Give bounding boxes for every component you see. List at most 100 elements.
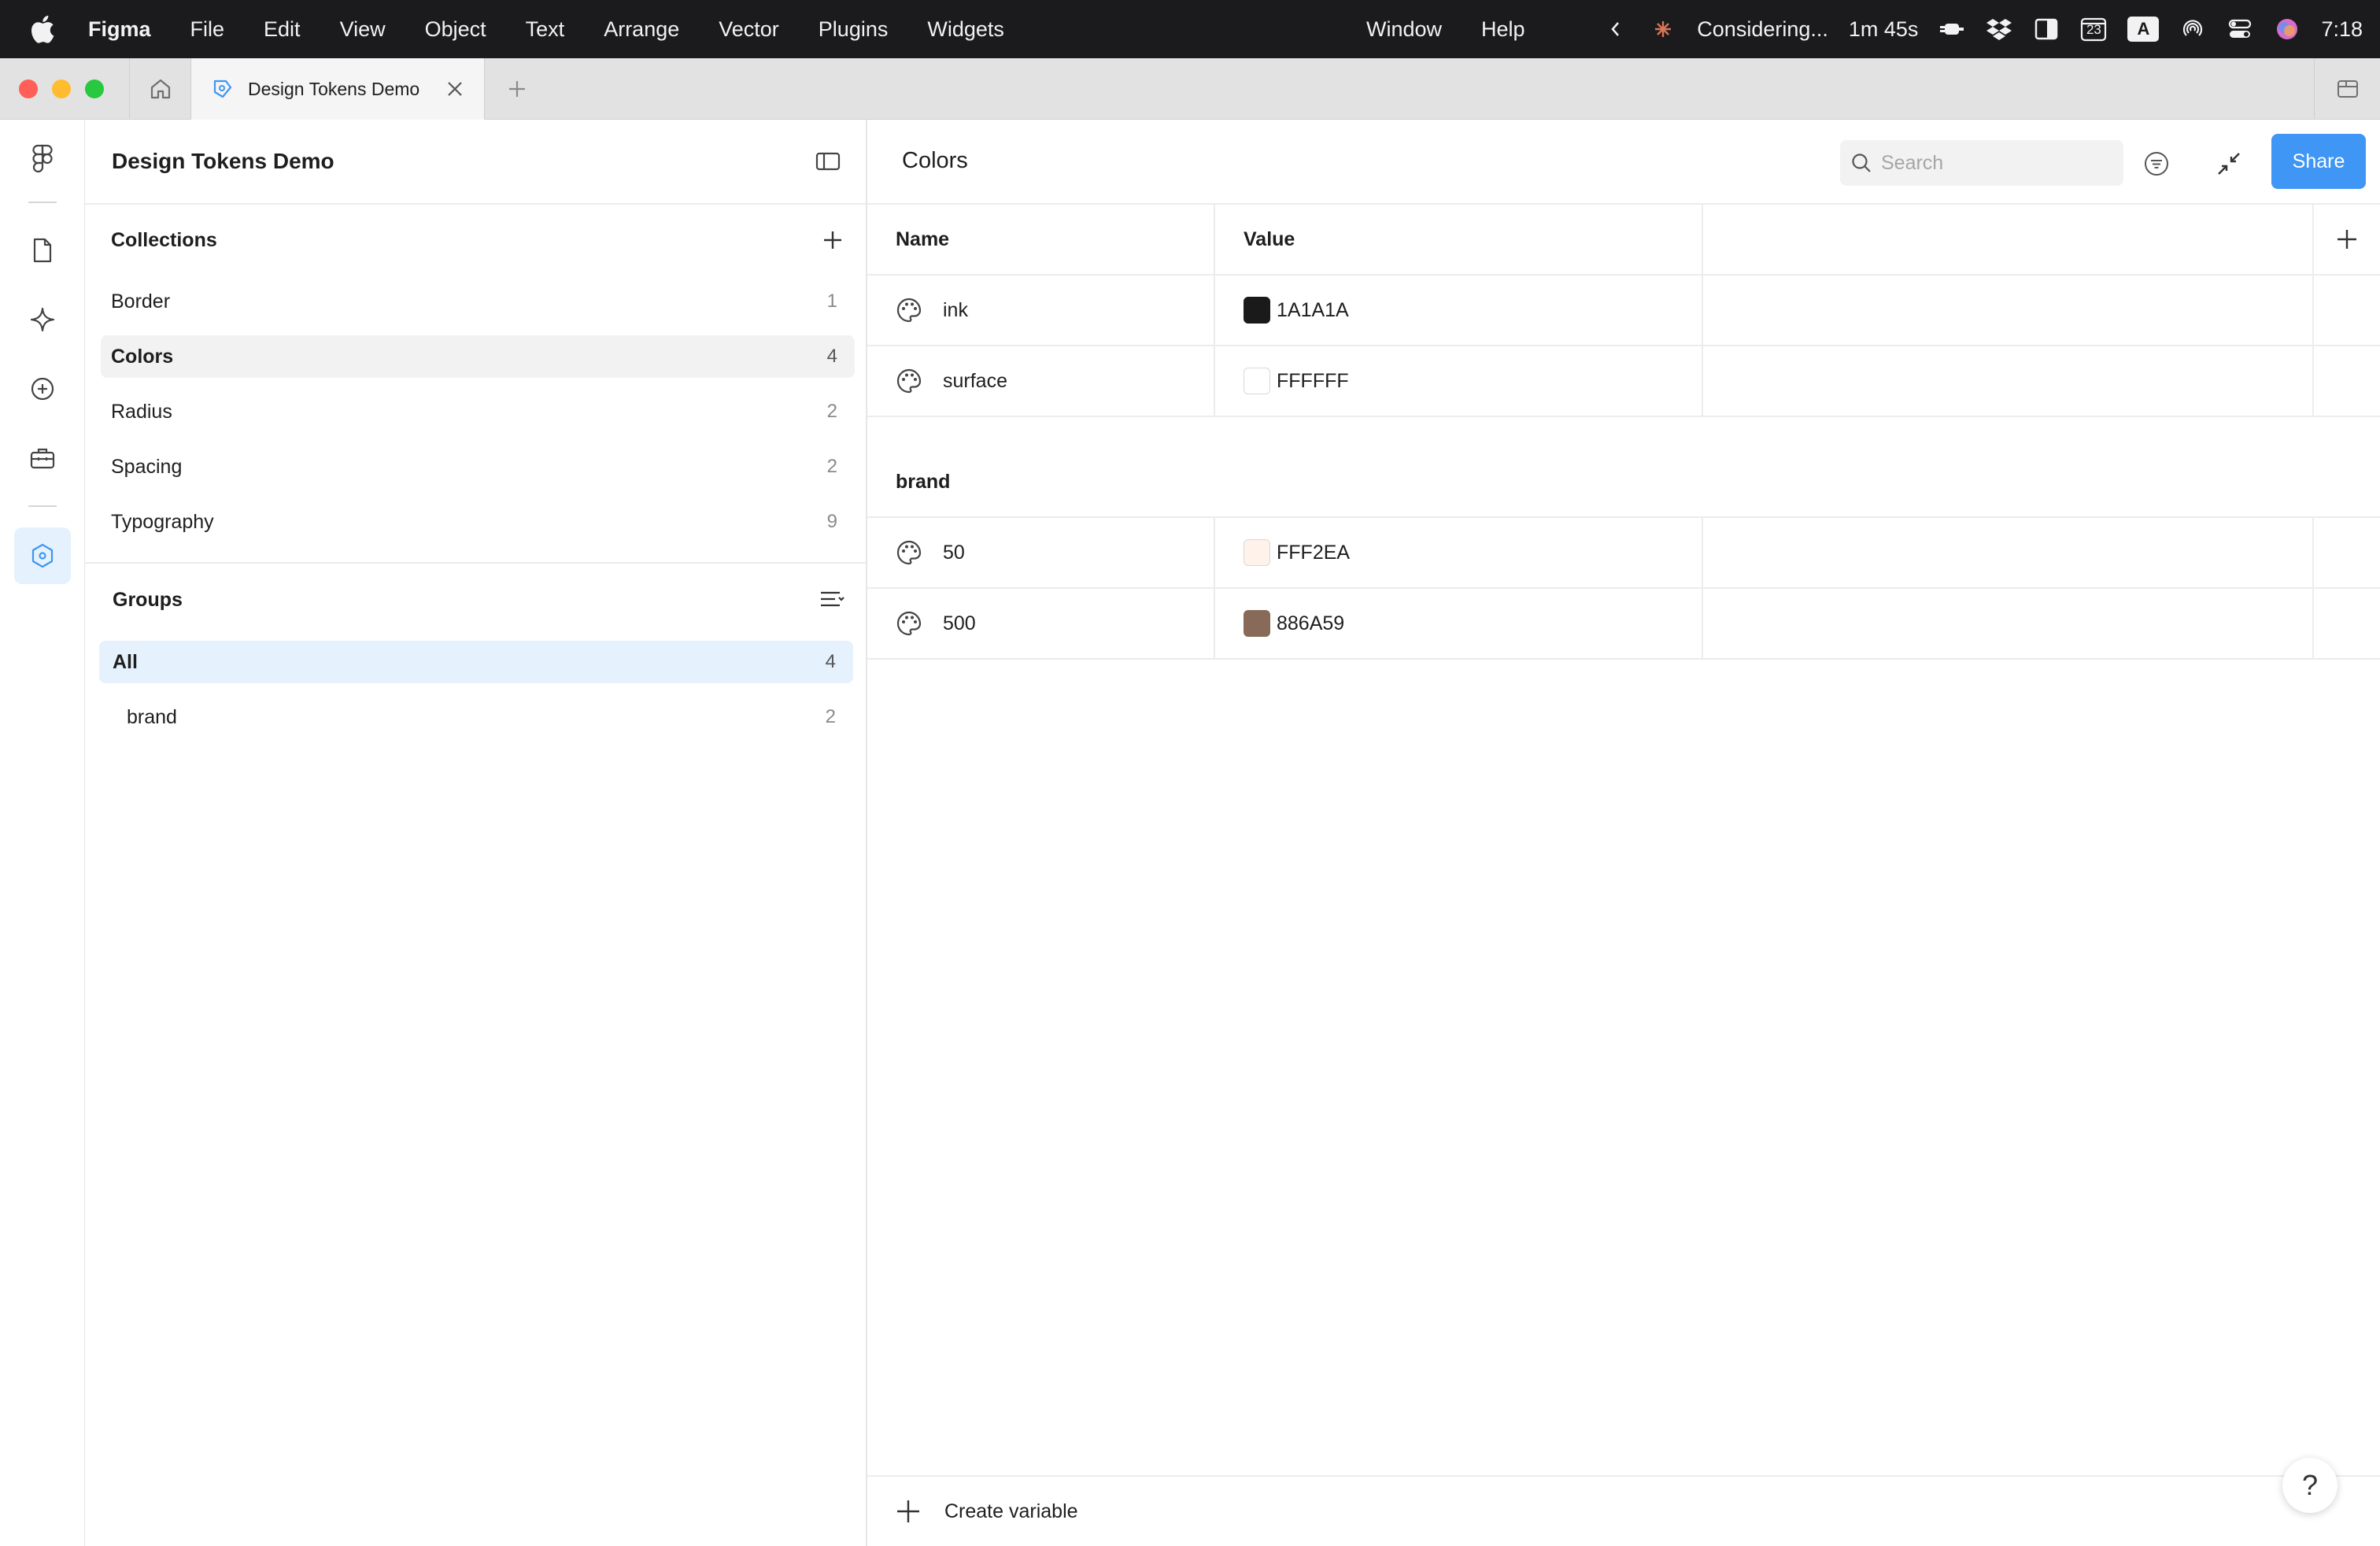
table-header-bar: Colors Share: [867, 120, 2380, 205]
table-row[interactable]: 50 FFF2EA: [867, 518, 2380, 589]
variable-value-cell[interactable]: FFF2EA: [1215, 518, 1703, 587]
add-collection-button[interactable]: [809, 216, 856, 264]
variable-value-cell[interactable]: 1A1A1A: [1215, 276, 1703, 345]
siri-icon[interactable]: [2274, 16, 2301, 43]
share-button[interactable]: Share: [2271, 134, 2366, 189]
plus-icon: [509, 81, 525, 97]
variable-name-cell[interactable]: 50: [867, 518, 1215, 587]
create-variable-button[interactable]: Create variable: [867, 1475, 2380, 1546]
variable-value: 886A59: [1277, 612, 1345, 634]
variable-name: surface: [943, 369, 1007, 392]
column-header-value[interactable]: Value: [1215, 205, 1703, 274]
plus-icon: [824, 231, 841, 249]
collection-count: 1: [826, 290, 837, 312]
calendar-icon[interactable]: 23: [2080, 16, 2107, 43]
sidebar-toggle-icon[interactable]: [804, 138, 852, 185]
group-item-brand[interactable]: brand 2: [99, 696, 853, 738]
new-tab-button[interactable]: [499, 71, 535, 107]
menu-object[interactable]: Object: [425, 17, 486, 42]
collection-item-radius[interactable]: Radius 2: [101, 390, 855, 433]
collection-item-spacing[interactable]: Spacing 2: [101, 446, 855, 488]
left-rail: [0, 120, 85, 1546]
plus-icon: [2338, 230, 2356, 249]
toolbox-icon[interactable]: [14, 430, 71, 486]
collection-label: Border: [111, 290, 171, 313]
table-header-row: Name Value: [867, 205, 2380, 276]
battery-plug-icon[interactable]: [1938, 16, 1965, 43]
menu-widgets[interactable]: Widgets: [927, 17, 1004, 42]
sidebar-icon[interactable]: [2033, 16, 2060, 43]
variables-file-icon: [213, 80, 232, 98]
variables-sidebar: Design Tokens Demo Collections Border 1 …: [85, 120, 867, 1546]
window-zoom-button[interactable]: [85, 80, 104, 98]
menu-view[interactable]: View: [340, 17, 386, 42]
control-center-icon[interactable]: [2227, 16, 2253, 43]
menu-edit[interactable]: Edit: [264, 17, 301, 42]
variables-table-area: Colors Share Name Value ink: [867, 120, 2380, 1546]
group-header-brand[interactable]: brand: [867, 447, 2380, 518]
group-label: All: [113, 650, 138, 673]
menu-app-name[interactable]: Figma: [88, 17, 151, 42]
airdrop-icon[interactable]: [2179, 16, 2206, 43]
variable-value-cell[interactable]: FFFFFF: [1215, 346, 1703, 416]
collection-item-border[interactable]: Border 1: [101, 280, 855, 323]
input-source-icon[interactable]: A: [2127, 17, 2160, 42]
table-row[interactable]: surface FFFFFF: [867, 346, 2380, 417]
figma-logo-icon[interactable]: [14, 131, 71, 187]
variable-name-cell[interactable]: surface: [867, 346, 1215, 416]
table-row[interactable]: ink 1A1A1A: [867, 276, 2380, 346]
group-count: 4: [825, 651, 836, 672]
column-header-label: Name: [896, 227, 950, 250]
column-header-name[interactable]: Name: [867, 205, 1215, 274]
color-swatch[interactable]: [1244, 539, 1270, 566]
menu-text[interactable]: Text: [526, 17, 565, 42]
column-header-empty: [1703, 205, 2314, 274]
browser-panel-button[interactable]: [2314, 58, 2380, 120]
search-input[interactable]: [1881, 151, 2094, 175]
window-close-button[interactable]: [19, 80, 38, 98]
menu-help[interactable]: Help: [1481, 17, 1525, 42]
menu-window[interactable]: Window: [1366, 17, 1442, 42]
home-tab[interactable]: [129, 58, 190, 120]
tab-design-tokens-demo[interactable]: Design Tokens Demo: [190, 58, 485, 120]
empty-cell: [1703, 518, 2314, 587]
collection-item-typography[interactable]: Typography 9: [101, 501, 855, 543]
variables-icon[interactable]: [14, 527, 71, 584]
color-swatch[interactable]: [1244, 297, 1270, 324]
sparkle-icon[interactable]: [14, 291, 71, 348]
home-icon: [150, 79, 170, 99]
color-swatch[interactable]: [1244, 610, 1270, 637]
add-mode-button[interactable]: [2314, 205, 2380, 274]
chevron-left-icon[interactable]: [1602, 16, 1629, 43]
plus-circle-icon[interactable]: [14, 361, 71, 417]
help-button[interactable]: ?: [2282, 1458, 2338, 1513]
status-text: Considering...: [1697, 17, 1828, 41]
claude-spark-icon[interactable]: [1650, 16, 1676, 43]
search-box[interactable]: [1840, 140, 2123, 186]
table-row[interactable]: 500 886A59: [867, 589, 2380, 660]
variable-value-cell[interactable]: 886A59: [1215, 589, 1703, 658]
variable-name: 500: [943, 612, 976, 634]
palette-icon: [896, 368, 922, 394]
menu-arrange[interactable]: Arrange: [604, 17, 679, 42]
color-swatch[interactable]: [1244, 368, 1270, 394]
clock[interactable]: 7:18: [2321, 17, 2363, 42]
variable-name-cell[interactable]: ink: [867, 276, 1215, 345]
menu-vector[interactable]: Vector: [719, 17, 779, 42]
group-item-all[interactable]: All 4: [99, 641, 853, 683]
file-icon[interactable]: [14, 222, 71, 279]
dropbox-icon[interactable]: [1986, 16, 2012, 43]
menu-plugins[interactable]: Plugins: [819, 17, 889, 42]
collection-label: Colors: [111, 345, 174, 368]
apple-icon[interactable]: [28, 14, 63, 44]
collections-label: Collections: [111, 228, 217, 251]
variable-name-cell[interactable]: 500: [867, 589, 1215, 658]
collapse-groups-button[interactable]: [809, 576, 856, 623]
collection-item-colors[interactable]: Colors 4: [101, 335, 855, 378]
filter-icon[interactable]: [2141, 148, 2172, 179]
close-icon[interactable]: [437, 71, 473, 107]
menu-file[interactable]: File: [190, 17, 225, 42]
collapse-icon[interactable]: [2212, 146, 2246, 181]
window-minimize-button[interactable]: [52, 80, 71, 98]
calendar-day: 23: [2086, 22, 2101, 37]
